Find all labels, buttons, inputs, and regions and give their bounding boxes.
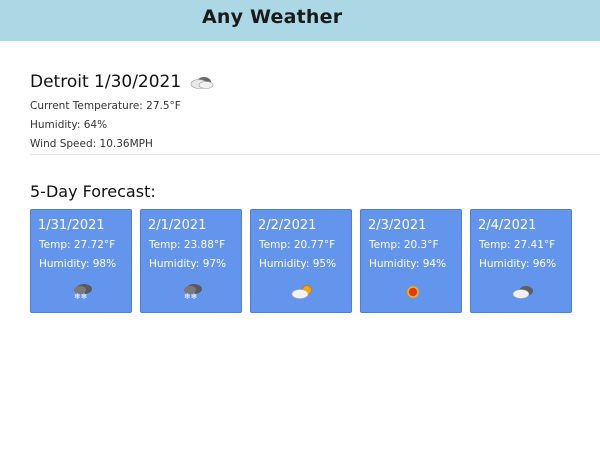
forecast-humidity: Humidity: 96% xyxy=(479,258,557,270)
forecast-temp: Temp: 23.88°F xyxy=(149,239,226,251)
forecast-card: 2/3/2021 Temp: 20.3°F Humidity: 94% xyxy=(360,209,462,313)
forecast-date: 1/31/2021 xyxy=(38,218,105,233)
forecast-date: 2/3/2021 xyxy=(368,218,427,233)
forecast-card: 2/4/2021 Temp: 27.41°F Humidity: 96% xyxy=(470,209,572,313)
forecast-card: 2/1/2021 Temp: 23.88°F Humidity: 97% ❄❄ xyxy=(140,209,242,313)
snow-icon: ❄❄ xyxy=(70,283,96,301)
forecast-humidity: Humidity: 95% xyxy=(259,258,337,270)
forecast-temp: Temp: 27.72°F xyxy=(39,239,116,251)
current-city-line: Detroit 1/30/2021 xyxy=(30,70,600,94)
forecast-card: 1/31/2021 Temp: 27.72°F Humidity: 98% ❄❄ xyxy=(30,209,132,313)
overcast-cloud-icon xyxy=(189,74,215,90)
current-weather-panel: Detroit 1/30/2021 Current Temperature: 2… xyxy=(30,70,600,154)
forecast-date: 2/2/2021 xyxy=(258,218,317,233)
current-humidity: Humidity: 64% xyxy=(30,119,108,131)
forecast-title: 5-Day Forecast: xyxy=(30,182,156,201)
forecast-humidity: Humidity: 94% xyxy=(369,258,447,270)
sun-icon xyxy=(400,283,426,301)
section-divider xyxy=(30,154,600,155)
app-header: Any Weather xyxy=(0,0,600,41)
forecast-date: 2/4/2021 xyxy=(478,218,537,233)
partly-cloudy-icon xyxy=(290,283,316,301)
forecast-temp: Temp: 20.3°F xyxy=(369,239,439,251)
forecast-card: 2/2/2021 Temp: 20.77°F Humidity: 95% xyxy=(250,209,352,313)
forecast-temp: Temp: 20.77°F xyxy=(259,239,336,251)
current-temperature: Current Temperature: 27.5°F xyxy=(30,100,181,112)
overcast-cloud-icon xyxy=(510,283,536,301)
forecast-humidity: Humidity: 98% xyxy=(39,258,117,270)
app-title: Any Weather xyxy=(202,6,343,28)
forecast-humidity: Humidity: 97% xyxy=(149,258,227,270)
current-wind-speed: Wind Speed: 10.36MPH xyxy=(30,138,153,150)
svg-text:❄❄: ❄❄ xyxy=(184,292,197,301)
svg-text:❄❄: ❄❄ xyxy=(74,292,87,301)
forecast-temp: Temp: 27.41°F xyxy=(479,239,556,251)
forecast-date: 2/1/2021 xyxy=(148,218,207,233)
snow-icon: ❄❄ xyxy=(180,283,206,301)
current-city-date: Detroit 1/30/2021 xyxy=(30,72,182,92)
